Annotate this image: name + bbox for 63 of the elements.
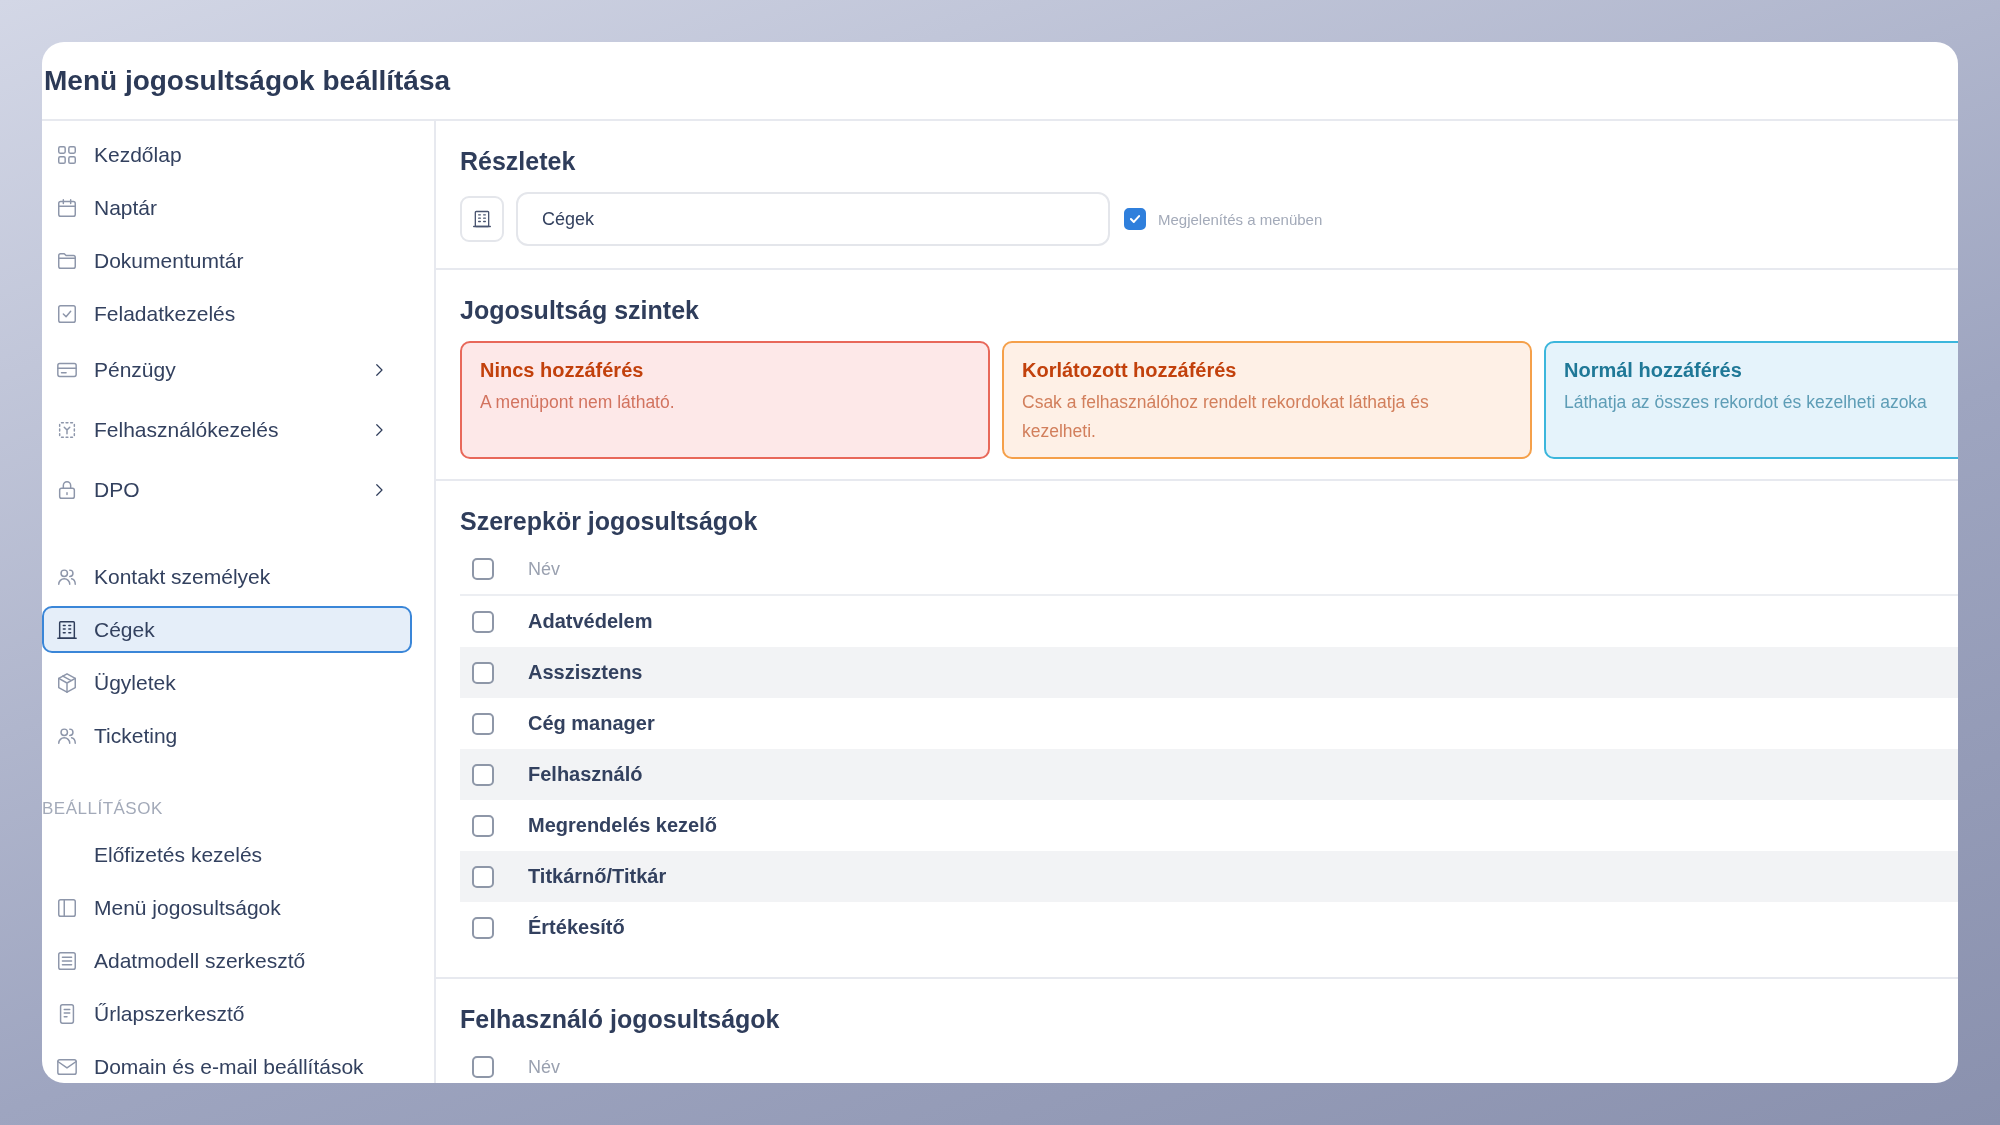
sidebar-item[interactable]: Előfizetés kezelés bbox=[42, 831, 412, 878]
checkbox-icon bbox=[56, 302, 78, 325]
sidebar-item[interactable]: Menü jogosultságok bbox=[42, 884, 412, 931]
sidebar-item[interactable]: Űrlapszerkesztő bbox=[42, 990, 412, 1037]
building-icon bbox=[472, 209, 492, 229]
sidebar-item[interactable]: Kezdőlap bbox=[42, 131, 412, 178]
sidebar-item[interactable]: Cégek bbox=[42, 606, 412, 653]
role-name: Asszisztens bbox=[528, 661, 643, 684]
checkmark-icon bbox=[1128, 212, 1142, 226]
checkbox-label: Megjelenítés a menüben bbox=[1158, 210, 1323, 228]
card-description: A menüpont nem látható. bbox=[480, 391, 676, 414]
checkbox[interactable] bbox=[1124, 208, 1146, 230]
card-title: Normál hozzáférés bbox=[1564, 359, 1743, 382]
card-description: Láthatja az összes rekordot és kezelheti azoka bbox=[1564, 391, 1928, 414]
section-heading: Felhasználó jogosultságok bbox=[460, 1005, 781, 1034]
sidebar-item[interactable]: Adatmodell szerkesztő bbox=[42, 937, 412, 984]
column-header: Név bbox=[528, 558, 560, 580]
sidebar-item[interactable]: Dokumentumtár bbox=[42, 237, 412, 284]
access-level-card[interactable]: Nincs hozzáférés A menüpont nem látható. bbox=[460, 341, 990, 459]
checkbox[interactable] bbox=[472, 763, 494, 786]
sidebar-item[interactable]: Kontakt személyek bbox=[42, 553, 412, 600]
checkbox[interactable] bbox=[472, 610, 494, 633]
card-title: Nincs hozzáférés bbox=[480, 359, 645, 382]
checkbox[interactable] bbox=[472, 814, 494, 837]
checkbox[interactable] bbox=[472, 1056, 494, 1078]
sidebar-icon bbox=[56, 896, 78, 919]
sidebar-item[interactable]: DPO bbox=[42, 463, 412, 517]
role-name: Adatvédelem bbox=[528, 610, 653, 633]
access-level-card[interactable]: Korlátozott hozzáférés Csak a felhasználóhoz rendelt rekordokat láthatja és kezelheti. bbox=[1002, 341, 1532, 459]
sidebar-item[interactable]: Ticketing bbox=[42, 712, 412, 759]
checkbox[interactable] bbox=[472, 865, 494, 888]
role-name: Felhasználó bbox=[528, 763, 643, 786]
name-field[interactable]: Cégek bbox=[516, 192, 1110, 246]
building-icon bbox=[56, 618, 78, 641]
section-heading: BEÁLLÍTÁSOK bbox=[42, 799, 164, 819]
access-level-card[interactable]: Normál hozzáférés Láthatja az összes rekordot és kezelheti azoka bbox=[1544, 341, 1958, 459]
role-name: Cég manager bbox=[528, 712, 655, 735]
page-title: Menü jogosultságok beállítása bbox=[44, 64, 451, 97]
grid-icon bbox=[56, 143, 78, 166]
sidebar-item[interactable]: Ügyletek bbox=[42, 659, 412, 706]
sidebar-item[interactable]: Feladatkezelés bbox=[42, 290, 412, 337]
icon-picker-button[interactable] bbox=[460, 196, 504, 242]
section-heading: Jogosultság szintek bbox=[460, 296, 700, 325]
checkbox[interactable] bbox=[472, 558, 494, 580]
calendar-icon bbox=[56, 196, 78, 219]
sidebar-item[interactable]: Domain és e-mail beállítások bbox=[42, 1043, 412, 1083]
role-name: Értékesítő bbox=[528, 916, 625, 939]
sidebar-item[interactable]: Naptár bbox=[42, 184, 412, 231]
sidebar-item[interactable]: Felhasználókezelés bbox=[42, 403, 412, 457]
lock-icon bbox=[56, 479, 78, 501]
list-icon bbox=[56, 949, 78, 972]
column-header: Név bbox=[528, 1056, 560, 1078]
package-icon bbox=[56, 671, 78, 694]
checkbox[interactable] bbox=[472, 712, 494, 735]
section-heading: Részletek bbox=[460, 147, 577, 176]
card-title: Korlátozott hozzáférés bbox=[1022, 359, 1238, 382]
checkbox[interactable] bbox=[472, 661, 494, 684]
role-name: Titkárnő/Titkár bbox=[528, 865, 667, 888]
sidebar-item[interactable]: Pénzügy bbox=[42, 343, 412, 397]
card-description: Csak a felhasználóhoz rendelt rekordokat láthatja és kezelheti. bbox=[1022, 391, 1430, 443]
checkbox[interactable] bbox=[472, 916, 494, 939]
section-heading: Szerepkör jogosultságok bbox=[460, 507, 759, 536]
role-name: Megrendelés kezelő bbox=[528, 814, 717, 837]
